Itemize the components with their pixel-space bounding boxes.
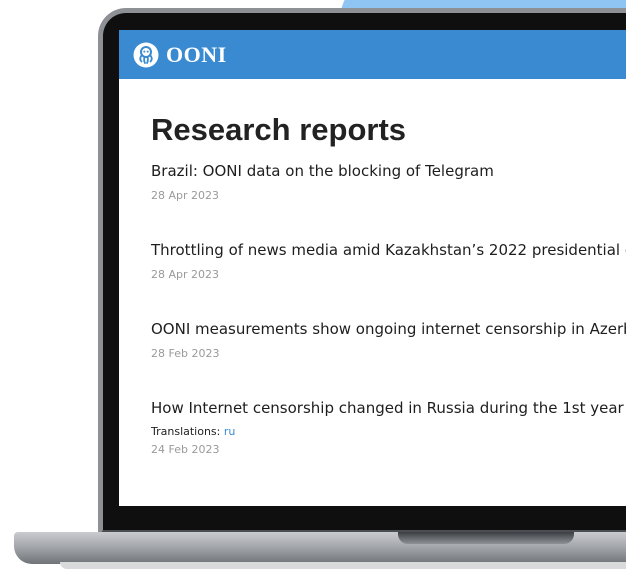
brand-name[interactable]: OONI: [166, 42, 227, 68]
laptop-mockup: OONI Research reports Brazil: OONI data …: [0, 0, 626, 569]
report-item: Throttling of news media amid Kazakhstan…: [151, 241, 626, 282]
report-item: OONI measurements show ongoing internet …: [151, 320, 626, 361]
report-title-link[interactable]: How Internet censorship changed in Russi…: [151, 399, 626, 417]
laptop-base-notch: [398, 532, 574, 544]
report-item: Brazil: OONI data on the blocking of Tel…: [151, 162, 494, 203]
report-date: 28 Feb 2023: [151, 347, 220, 360]
report-date: 28 Apr 2023: [151, 189, 220, 202]
translation-link-ru[interactable]: ru: [224, 425, 236, 438]
laptop-base-shadow: [60, 562, 626, 569]
main-content: Research reports: [119, 109, 626, 151]
ooni-octopus-logo-icon[interactable]: [133, 42, 159, 68]
navbar: OONI: [119, 30, 626, 79]
report-item: How Internet censorship changed in Russi…: [151, 399, 626, 457]
report-title-link[interactable]: Brazil: OONI data on the blocking of Tel…: [151, 162, 494, 180]
report-date: 28 Apr 2023: [151, 268, 220, 281]
translations-row: Translations: ru: [151, 425, 626, 439]
report-title-link[interactable]: Throttling of news media amid Kazakhstan…: [151, 241, 626, 259]
report-title-link[interactable]: OONI measurements show ongoing internet …: [151, 320, 626, 338]
translations-label: Translations:: [151, 425, 221, 438]
laptop-screen: OONI Research reports Brazil: OONI data …: [119, 30, 626, 506]
report-date: 24 Feb 2023: [151, 443, 220, 456]
page-title: Research reports: [151, 112, 407, 147]
